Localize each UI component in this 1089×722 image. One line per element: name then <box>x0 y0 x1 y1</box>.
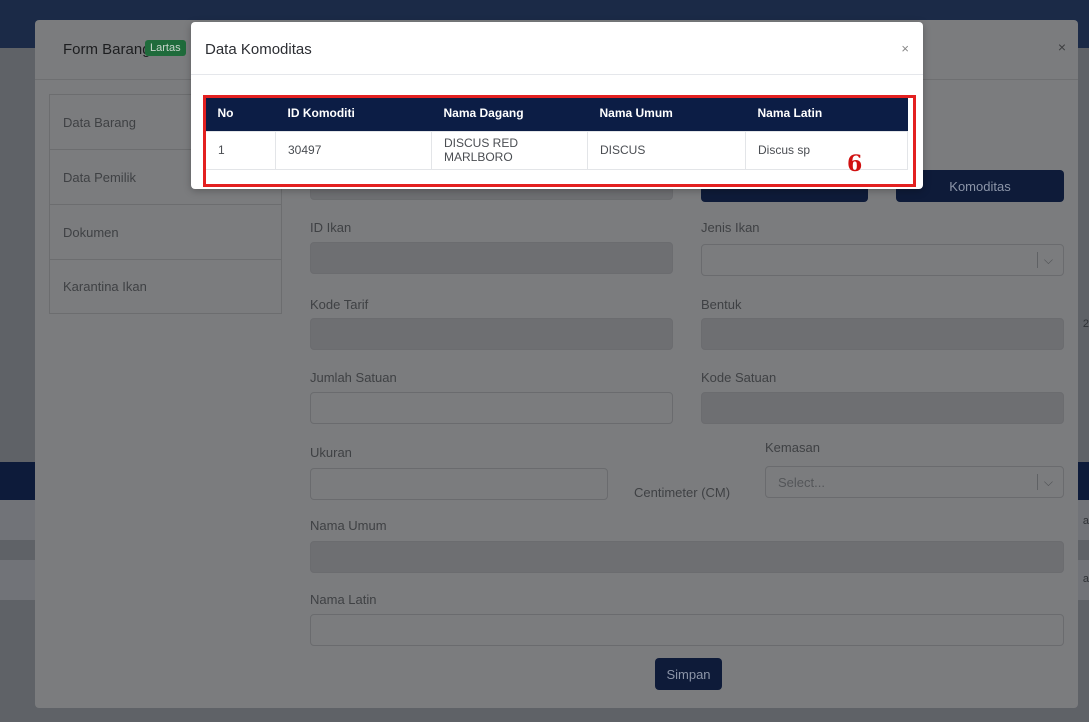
table-header-row: No ID Komoditi Nama Dagang Nama Umum Nam… <box>205 95 908 131</box>
table-row[interactable]: 1 30497 DISCUS RED MARLBORO DISCUS Discu… <box>205 130 908 170</box>
kemasan-select-placeholder: Select... <box>778 475 825 490</box>
cell-id-komoditi: 30497 <box>275 130 432 170</box>
col-header-nama-latin: Nama Latin <box>745 95 908 131</box>
dialog-header: Data Komoditas × <box>191 22 923 75</box>
cell-nama-umum: DISCUS <box>587 130 746 170</box>
id-ikan-field[interactable] <box>310 242 673 274</box>
chevron-down-icon: ⌵ <box>1036 252 1053 268</box>
form-title: Form Barang <box>63 41 151 58</box>
nama-latin-label: Nama Latin <box>310 592 377 607</box>
ukuran-field[interactable] <box>310 468 608 500</box>
dialog-close-icon[interactable]: × <box>901 41 909 56</box>
ukuran-label: Ukuran <box>310 445 352 460</box>
side-nav-dokumen[interactable]: Dokumen <box>49 204 282 259</box>
nama-umum-label: Nama Umum <box>310 518 387 533</box>
annotation-number: 6 <box>847 151 863 177</box>
background-edge-text: a <box>1082 515 1089 527</box>
id-ikan-label: ID Ikan <box>310 220 352 235</box>
lartas-badge: Lartas <box>145 40 186 56</box>
cell-nama-latin: Discus sp <box>745 130 908 170</box>
col-header-nama-umum: Nama Umum <box>587 95 746 131</box>
side-nav-karantina-ikan[interactable]: Karantina Ikan <box>49 259 282 314</box>
bentuk-field[interactable] <box>701 318 1064 350</box>
kode-satuan-field[interactable] <box>701 392 1064 424</box>
col-header-no: No <box>205 95 276 131</box>
jumlah-satuan-label: Jumlah Satuan <box>310 370 397 385</box>
kemasan-label: Kemasan <box>765 440 820 455</box>
simpan-button[interactable]: Simpan <box>655 658 722 690</box>
nama-umum-field[interactable] <box>310 541 1064 573</box>
form-close-icon[interactable]: × <box>1058 39 1066 55</box>
jenis-ikan-select[interactable]: ⌵ <box>701 244 1064 276</box>
dialog-title: Data Komoditas <box>205 41 312 58</box>
kode-tarif-field[interactable] <box>310 318 673 350</box>
cell-no: 1 <box>205 130 276 170</box>
chevron-down-icon: ⌵ <box>1036 474 1053 490</box>
kode-tarif-label: Kode Tarif <box>310 297 369 312</box>
bentuk-label: Bentuk <box>701 297 742 312</box>
data-komoditas-dialog: Data Komoditas × No ID Komoditi Nama Dag… <box>191 22 923 189</box>
cell-nama-dagang: DISCUS RED MARLBORO <box>431 130 588 170</box>
background-edge-text: a <box>1082 573 1089 585</box>
jumlah-satuan-field[interactable] <box>310 392 673 424</box>
col-header-id-komoditi: ID Komoditi <box>275 95 432 131</box>
komoditas-table: No ID Komoditi Nama Dagang Nama Umum Nam… <box>205 95 908 170</box>
background-edge-text: 2 <box>1082 318 1089 330</box>
col-header-nama-dagang: Nama Dagang <box>431 95 588 131</box>
kode-satuan-label: Kode Satuan <box>701 370 777 385</box>
kemasan-select[interactable]: Select... ⌵ <box>765 466 1064 498</box>
ukuran-unit: Centimeter (CM) <box>634 485 731 500</box>
nama-latin-field[interactable] <box>310 614 1064 646</box>
jenis-ikan-label: Jenis Ikan <box>701 220 760 235</box>
